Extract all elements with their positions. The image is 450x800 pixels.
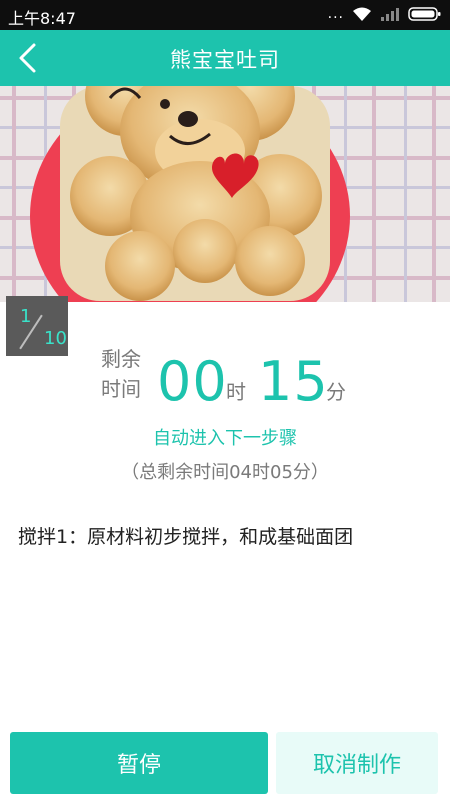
status-time: 上午8:47 — [8, 9, 76, 28]
pause-button[interactable]: 暂停 — [10, 732, 268, 794]
cancel-production-button[interactable]: 取消制作 — [276, 732, 438, 794]
notification-dots: ... — [327, 6, 344, 22]
recipe-photo — [0, 86, 450, 302]
page-title: 熊宝宝吐司 — [170, 48, 280, 72]
wifi-icon — [353, 7, 371, 21]
remaining-label: 剩余 时间 — [101, 344, 141, 404]
hours-unit: 时 — [226, 380, 246, 404]
status-bar: 上午8:47 ... — [0, 0, 450, 30]
hours-value: 00 — [157, 350, 228, 413]
auto-next-text: 自动进入下一步骤 — [153, 428, 297, 449]
minutes-value: 15 — [258, 350, 329, 413]
current-step: 1 — [20, 306, 32, 327]
battery-icon — [408, 7, 441, 21]
total-steps: 10 — [44, 328, 67, 349]
bear-bread-image — [0, 86, 450, 302]
signal-icon — [381, 8, 399, 21]
remaining-label-line2: 时间 — [101, 377, 141, 401]
minutes-unit: 分 — [326, 380, 346, 404]
step-indicator: 1 10 — [6, 296, 68, 356]
step-description: 搅拌1：原材料初步搅拌，和成基础面团 — [18, 526, 354, 548]
status-icons: ... — [328, 6, 442, 22]
remaining-label-line1: 剩余 — [101, 347, 141, 371]
total-remaining-time: （总剩余时间04时05分） — [121, 462, 329, 483]
app-header: 熊宝宝吐司 — [0, 30, 450, 86]
